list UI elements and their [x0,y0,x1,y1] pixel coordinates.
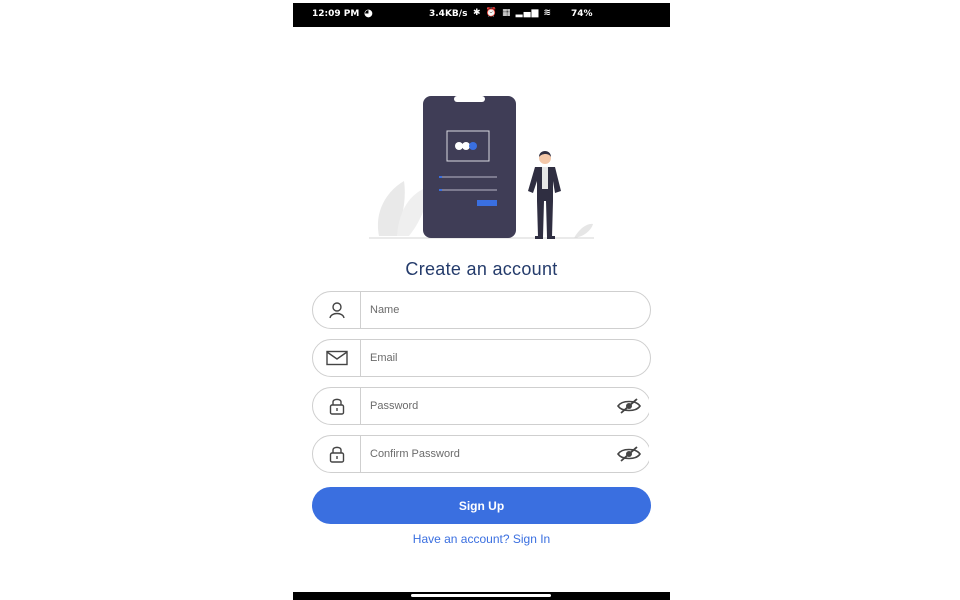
email-field[interactable] [312,339,651,377]
battery-level: 74% [571,9,593,19]
sign-up-button[interactable]: Sign Up [312,487,651,524]
phone-button [477,200,497,206]
password-input[interactable] [370,388,610,424]
lock-icon-box [313,436,361,472]
user-icon [328,302,345,319]
password-visibility-toggle[interactable] [616,396,642,416]
person-shirt [542,167,548,189]
notification-icon: ◕ [364,8,373,19]
mail-icon [325,350,348,366]
password-field[interactable] [312,387,651,425]
name-input[interactable] [370,292,610,328]
phone-illustration [423,96,516,238]
logo-dot [462,142,470,150]
email-input[interactable] [370,340,610,376]
mail-icon-box [313,340,361,376]
app-screen: 12:09 PM ◕ 3.4KB/s ✱ ⏰ ▦ ▂▄▆ ≋ 74% Creat… [293,3,670,600]
phone-form-line [439,189,442,191]
user-icon-box [313,292,361,328]
page-title: Create an account [405,259,558,279]
lock-icon [329,446,344,463]
name-field[interactable] [312,291,651,329]
phone-form-line [439,176,442,178]
home-gesture-handle[interactable] [411,594,551,597]
phone-notch [454,96,485,102]
logo-dot [455,142,463,150]
eye-off-icon [617,398,641,414]
lock-icon-box [313,388,361,424]
network-speed: 3.4KB/s [429,9,468,19]
field-edge [649,435,651,473]
confirm-password-input[interactable] [370,436,610,472]
person-shoe [547,236,555,239]
eye-off-icon [617,446,641,462]
field-edge [649,387,651,425]
status-bar: 12:09 PM ◕ 3.4KB/s ✱ ⏰ ▦ ▂▄▆ ≋ 74% [293,3,670,27]
logo-dot [469,142,477,150]
signup-illustration [369,96,594,239]
sign-in-link[interactable]: Have an account? Sign In [293,532,670,546]
lock-icon [329,398,344,415]
system-status-icons: ✱ ⏰ ▦ ▂▄▆ ≋ [473,8,553,18]
leaf-shape [574,223,593,238]
confirm-password-field[interactable] [312,435,651,473]
status-time: 12:09 PM [312,9,360,19]
person-legs [537,201,553,237]
confirm-password-visibility-toggle[interactable] [616,444,642,464]
person-shoe [535,236,543,239]
